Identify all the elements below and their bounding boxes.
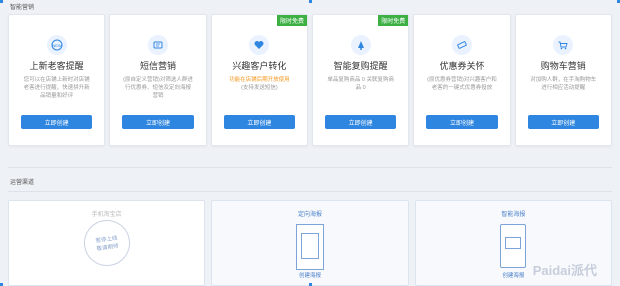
card-title: 上新老客提醒 [29, 61, 84, 71]
new-tag-icon: NEW [46, 35, 67, 55]
card-title: 优惠券关怀 [439, 61, 485, 71]
channel-row: 手机淘宝店 暂停上线 敬请期待 定向海报 创建海报 智能海报 创建海报 Paid… [8, 200, 612, 286]
create-button[interactable]: 立即创建 [223, 115, 295, 129]
section-title-operation-channel: 运营渠道 [10, 180, 35, 186]
stamp-line: 敬请期待 [96, 243, 119, 253]
channel-title: 手机淘宝店 [91, 212, 122, 218]
create-button[interactable]: 立即创建 [527, 115, 599, 129]
phone-poster-icon [295, 224, 324, 270]
corner-marker [0, 0, 3, 3]
free-badge: 限时免费 [276, 15, 307, 26]
card-title: 智能复购提醒 [333, 61, 388, 71]
card-desc-line: 功能在店铺后期开放使用 [229, 77, 290, 83]
bell-icon [350, 35, 371, 55]
paidai-watermark: Paidai派代 [532, 263, 597, 278]
section-divider [8, 167, 612, 168]
channel-smart-poster[interactable]: 智能海报 创建海报 Paidai派代 [414, 200, 612, 286]
cart-icon [553, 35, 574, 55]
stamp-icon: 暂停上线 敬请期待 [80, 217, 133, 269]
sms-icon [147, 35, 168, 55]
card-sms-marketing: 短信营销 (原自定义营销)对筛选人群进行优惠券、短信及定向海报营销 立即创建 [109, 14, 207, 146]
svg-text:NEW: NEW [52, 43, 62, 48]
marketing-card-row: NEW 上新老客提醒 您可以在店铺上新时对店铺老客进行提醒，快速拼升新品销量和好… [8, 14, 612, 146]
card-title: 兴趣客户转化 [232, 61, 287, 71]
card-smart-repurchase: 限时免费 智能复购提醒 单品复购商品 0 关联复购商品 0 立即创建 [311, 14, 410, 146]
card-title: 短信营销 [139, 61, 176, 71]
corner-marker [309, 0, 312, 3]
card-desc: 对加购人群，在手淘购物车进行相应活动提醒 [530, 77, 597, 91]
create-poster-link[interactable]: 创建海报 [212, 271, 407, 279]
card-desc: 单品复购商品 0 关联复购商品 0 [327, 77, 394, 91]
card-cart-marketing: 购物车营销 对加购人群，在手淘购物车进行相应活动提醒 立即创建 [514, 14, 612, 146]
create-button[interactable]: 立即创建 [426, 115, 498, 129]
channel-directed-poster[interactable]: 定向海报 创建海报 [211, 200, 409, 286]
channel-title: 定向海报 [297, 212, 322, 218]
card-desc-line: (支持发送短信) [240, 85, 278, 91]
card-desc: (原优惠券营销)对兴趣客户和老客的一键式优惠券投放 [427, 77, 497, 91]
poster-icon [500, 224, 527, 268]
card-desc: 您可以在店铺上新时对店铺老客进行提醒，快速拼升新品销量和好评 [23, 77, 90, 99]
section-title-smart-marketing: 智能营销 [10, 5, 35, 11]
card-new-customer-reminder: NEW 上新老客提醒 您可以在店铺上新时对店铺老客进行提醒，快速拼升新品销量和好… [8, 14, 106, 146]
card-coupon-care: 优惠券关怀 (原优惠券营销)对兴趣客户和老客的一键式优惠券投放 立即创建 [413, 14, 511, 146]
channel-title: 智能海报 [501, 212, 526, 218]
card-interest-conversion: 限时免费 兴趣客户转化 功能在店铺后期开放使用 (支持发送短信) 立即创建 [210, 14, 308, 146]
card-desc: 功能在店铺后期开放使用 (支持发送短信) [212, 72, 307, 100]
free-badge: 限时免费 [378, 15, 409, 26]
create-button[interactable]: 立即创建 [21, 115, 93, 129]
coupon-icon [451, 35, 472, 55]
create-button[interactable]: 立即创建 [122, 115, 194, 129]
channel-mobile-taobao-shop[interactable]: 手机淘宝店 暂停上线 敬请期待 [8, 200, 206, 286]
section-divider [8, 191, 612, 192]
heart-icon [249, 35, 270, 55]
card-desc: (原自定义营销)对筛选人群进行优惠券、短信及定向海报营销 [123, 77, 193, 99]
card-title: 购物车营销 [540, 61, 586, 71]
create-button[interactable]: 立即创建 [324, 115, 397, 129]
